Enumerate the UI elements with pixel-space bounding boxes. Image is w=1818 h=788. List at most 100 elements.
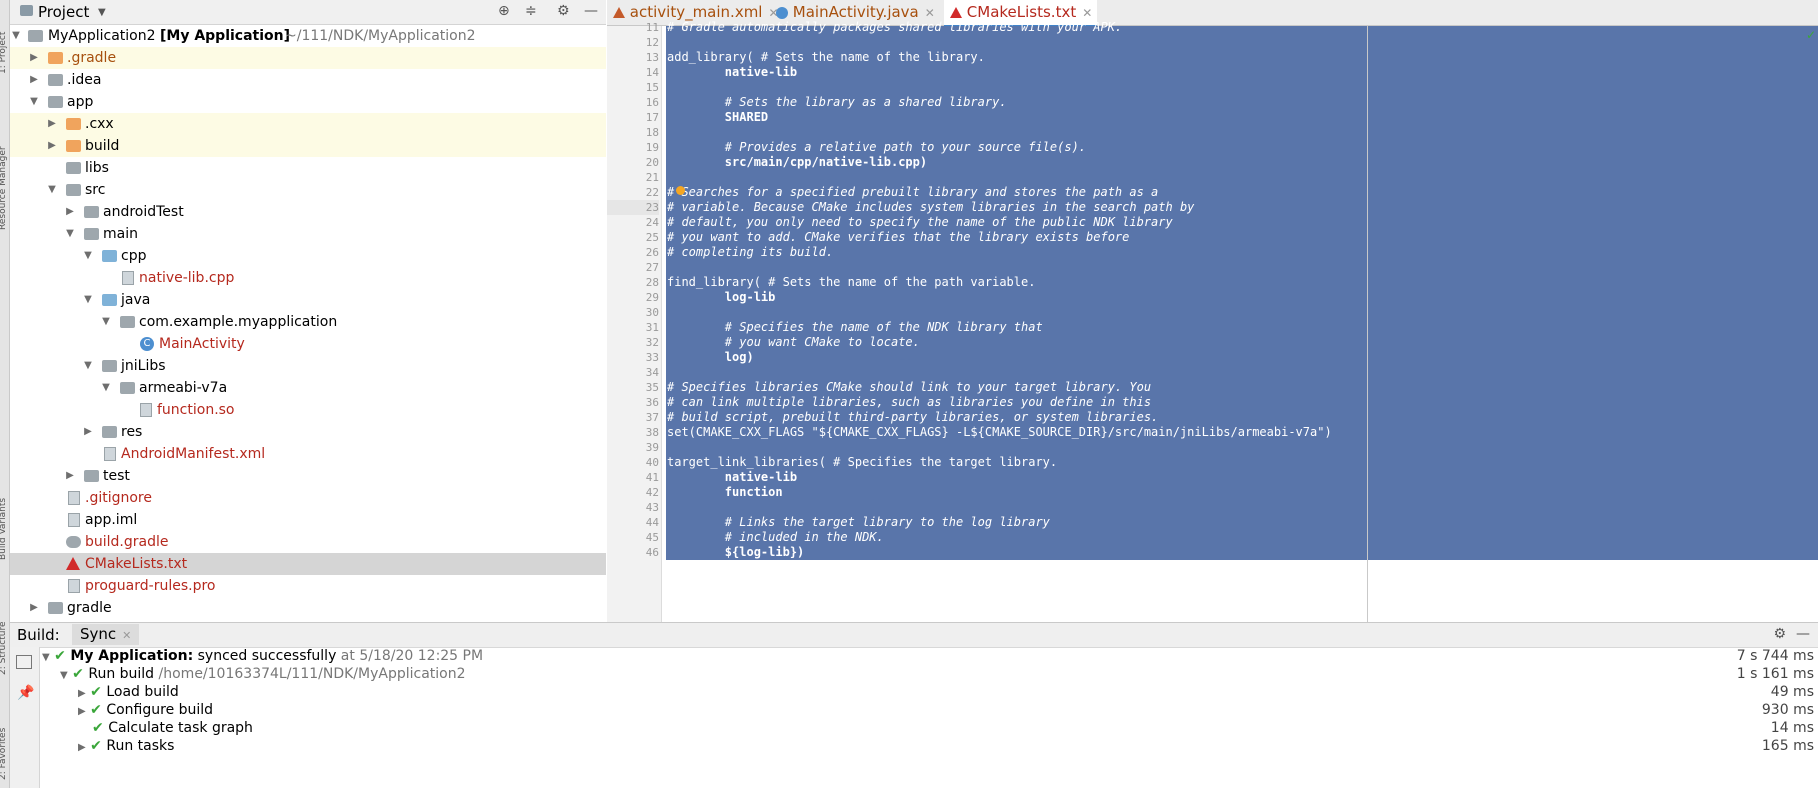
line-number[interactable]: 46 bbox=[607, 545, 659, 560]
code-line[interactable]: function bbox=[667, 485, 783, 500]
line-number[interactable]: 43 bbox=[607, 500, 659, 515]
tree-item[interactable]: libs bbox=[10, 157, 606, 179]
tree-item[interactable]: ▼ src bbox=[10, 179, 606, 201]
tree-item[interactable]: ▶ androidTest bbox=[10, 201, 606, 223]
code-line[interactable]: add_library( # Sets the name of the libr… bbox=[667, 50, 985, 65]
collapsed-arrow-icon[interactable]: ▶ bbox=[46, 135, 58, 157]
tree-item[interactable]: function.so bbox=[10, 399, 606, 421]
line-number[interactable]: 44 bbox=[607, 515, 659, 530]
code-line[interactable]: # Links the target library to the log li… bbox=[667, 515, 1050, 530]
tree-item[interactable]: proguard-rules.pro bbox=[10, 575, 606, 597]
line-number[interactable]: 19 bbox=[607, 140, 659, 155]
code-line[interactable]: src/main/cpp/native-lib.cpp) bbox=[667, 155, 927, 170]
pin-icon[interactable]: 📌 bbox=[17, 685, 34, 701]
tree-item[interactable]: ▶ .cxx bbox=[10, 113, 606, 135]
build-row-run-build[interactable]: ▼ ✔ Run build /home/10163374L/111/NDK/My… bbox=[60, 665, 466, 683]
tree-item[interactable]: ▶ .idea bbox=[10, 69, 606, 91]
code-line[interactable]: # can link multiple libraries, such as l… bbox=[667, 395, 1151, 410]
line-number[interactable]: 12 bbox=[607, 35, 659, 50]
line-number[interactable]: 17 bbox=[607, 110, 659, 125]
close-icon[interactable]: ✕ bbox=[925, 6, 935, 20]
line-number[interactable]: 39 bbox=[607, 440, 659, 455]
code-line[interactable]: # included in the NDK. bbox=[667, 530, 884, 545]
line-number[interactable]: 29 bbox=[607, 290, 659, 305]
tree-item[interactable]: ▶ build bbox=[10, 135, 606, 157]
tree-root[interactable]: ▼ MyApplication2 [My Application] ~/111/… bbox=[10, 25, 606, 47]
line-number[interactable]: 11 bbox=[607, 20, 659, 35]
tree-item[interactable]: ▼ cpp bbox=[10, 245, 606, 267]
line-number[interactable]: 13 bbox=[607, 50, 659, 65]
code-line[interactable]: native-lib bbox=[667, 65, 797, 80]
collapsed-arrow-icon[interactable]: ▶ bbox=[78, 742, 86, 753]
code-line[interactable]: set(CMAKE_CXX_FLAGS "${CMAKE_CXX_FLAGS} … bbox=[667, 425, 1332, 440]
collapsed-arrow-icon[interactable]: ▶ bbox=[28, 69, 40, 91]
expanded-arrow-icon[interactable]: ▼ bbox=[42, 652, 50, 663]
expanded-arrow-icon[interactable]: ▼ bbox=[100, 311, 112, 333]
line-number[interactable]: 24 bbox=[607, 215, 659, 230]
expanded-arrow-icon[interactable]: ▼ bbox=[100, 377, 112, 399]
line-number[interactable]: 25 bbox=[607, 230, 659, 245]
tool-tab-structure[interactable]: 2: Structure bbox=[0, 585, 10, 676]
build-row-sync[interactable]: ▼ ✔ My Application: synced successfully … bbox=[42, 647, 483, 665]
close-icon[interactable]: ✕ bbox=[122, 629, 131, 642]
line-number[interactable]: 27 bbox=[607, 260, 659, 275]
code-line[interactable]: # Specifies libraries CMake should link … bbox=[667, 380, 1151, 395]
code-line[interactable]: # build script, prebuilt third-party lib… bbox=[667, 410, 1158, 425]
tool-tab-resource-manager[interactable]: Resource Manager bbox=[0, 110, 10, 230]
tool-tab-favorites[interactable]: 2: Favorites bbox=[0, 690, 10, 780]
code-line[interactable]: # variable. Because CMake includes syste… bbox=[667, 200, 1194, 215]
line-number[interactable]: 15 bbox=[607, 80, 659, 95]
collapsed-arrow-icon[interactable]: ▶ bbox=[64, 465, 76, 487]
tree-item[interactable]: native-lib.cpp bbox=[10, 267, 606, 289]
expanded-arrow-icon[interactable]: ▼ bbox=[60, 670, 68, 681]
line-number[interactable]: 38 bbox=[607, 425, 659, 440]
expanded-arrow-icon[interactable]: ▼ bbox=[28, 91, 40, 113]
code-line[interactable]: target_link_libraries( # Specifies the t… bbox=[667, 455, 1057, 470]
line-number[interactable]: 33 bbox=[607, 350, 659, 365]
tree-item[interactable]: AndroidManifest.xml bbox=[10, 443, 606, 465]
line-number[interactable]: 18 bbox=[607, 125, 659, 140]
tree-item[interactable]: ▶ test bbox=[10, 465, 606, 487]
code-line[interactable]: ${log-lib}) bbox=[667, 545, 804, 560]
line-number[interactable]: 32 bbox=[607, 335, 659, 350]
tree-item[interactable]: .gitignore bbox=[10, 487, 606, 509]
inspection-ok-icon[interactable]: ✓ bbox=[1806, 28, 1816, 42]
locate-icon[interactable]: ⊕ bbox=[498, 3, 510, 19]
tree-item[interactable]: build.gradle bbox=[10, 531, 606, 553]
tree-item[interactable]: app.iml bbox=[10, 509, 606, 531]
expanded-arrow-icon[interactable]: ▼ bbox=[82, 355, 94, 377]
line-number[interactable]: 20 bbox=[607, 155, 659, 170]
line-number[interactable]: 26 bbox=[607, 245, 659, 260]
collapsed-arrow-icon[interactable]: ▶ bbox=[28, 47, 40, 69]
tree-item-selected[interactable]: CMakeLists.txt bbox=[10, 553, 606, 575]
line-number[interactable]: 45 bbox=[607, 530, 659, 545]
build-row-calculate-task-graph[interactable]: ✔ Calculate task graph bbox=[92, 719, 253, 737]
chevron-down-icon[interactable]: ▼ bbox=[98, 7, 106, 18]
expanded-arrow-icon[interactable]: ▼ bbox=[64, 223, 76, 245]
line-number[interactable]: 14 bbox=[607, 65, 659, 80]
code-line[interactable]: # you want to add. CMake verifies that t… bbox=[667, 230, 1129, 245]
code-line[interactable]: # completing its build. bbox=[667, 245, 833, 260]
collapsed-arrow-icon[interactable]: ▶ bbox=[82, 421, 94, 443]
tree-item[interactable]: ▼ app bbox=[10, 91, 606, 113]
code-line[interactable]: # Specifies the name of the NDK library … bbox=[667, 320, 1043, 335]
collapsed-arrow-icon[interactable]: ▶ bbox=[46, 113, 58, 135]
line-number[interactable]: 21 bbox=[607, 170, 659, 185]
line-number[interactable]: 42 bbox=[607, 485, 659, 500]
code-line[interactable]: # Gradle automatically packages shared l… bbox=[667, 20, 1122, 35]
code-line[interactable]: find_library( # Sets the name of the pat… bbox=[667, 275, 1035, 290]
line-number[interactable]: 37 bbox=[607, 410, 659, 425]
line-number[interactable]: 31 bbox=[607, 320, 659, 335]
code-line[interactable]: log-lib bbox=[667, 290, 776, 305]
collapsed-arrow-icon[interactable]: ▶ bbox=[28, 597, 40, 619]
line-number[interactable]: 36 bbox=[607, 395, 659, 410]
line-number[interactable]: 23 bbox=[607, 200, 659, 215]
tree-item[interactable]: ▼ com.example.myapplication bbox=[10, 311, 606, 333]
tool-tab-project[interactable]: 1: Project bbox=[0, 4, 10, 74]
line-number[interactable]: 30 bbox=[607, 305, 659, 320]
code-line[interactable]: # you want CMake to locate. bbox=[667, 335, 920, 350]
collapsed-arrow-icon[interactable]: ▶ bbox=[78, 706, 86, 717]
expanded-arrow-icon[interactable]: ▼ bbox=[82, 245, 94, 267]
expanded-arrow-icon[interactable]: ▼ bbox=[10, 25, 22, 47]
collapsed-arrow-icon[interactable]: ▶ bbox=[64, 201, 76, 223]
